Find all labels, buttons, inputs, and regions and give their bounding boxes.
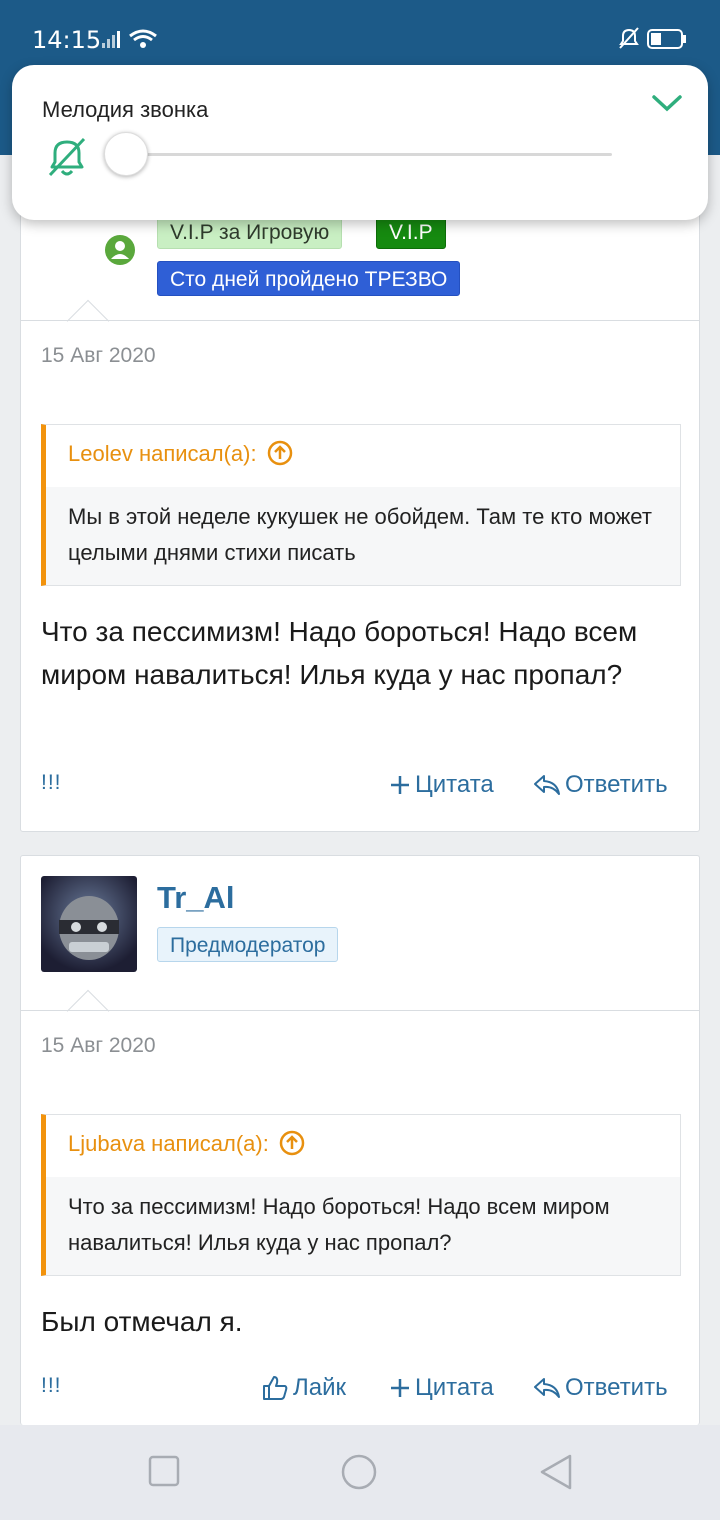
reply-icon <box>534 1378 560 1398</box>
post-actions: !!! Лайк Цитата Ответить <box>21 1374 699 1414</box>
recent-apps-button[interactable] <box>148 1455 180 1492</box>
online-status-icon <box>101 231 139 269</box>
quote-button[interactable]: Цитата <box>389 771 494 799</box>
divider-notch <box>66 989 110 1033</box>
divider-notch <box>66 299 110 343</box>
reply-label: Ответить <box>565 1374 668 1401</box>
ringer-slider-thumb[interactable] <box>104 132 148 176</box>
quote-author[interactable]: Ljubava написал(а): <box>68 1131 269 1157</box>
quote-header[interactable]: Leolev написал(а): <box>46 425 680 487</box>
reply-button[interactable]: Ответить <box>533 771 668 799</box>
post-card: Tr_Al Предмодератор 15 Авг 2020 Ljubava … <box>20 855 700 1425</box>
like-label: Лайк <box>293 1374 347 1401</box>
quote-label: Цитата <box>415 771 494 798</box>
quote-block: Ljubava написал(а): Что за пессимизм! На… <box>41 1114 681 1276</box>
quote-block: Leolev написал(а): Мы в этой неделе куку… <box>41 424 681 586</box>
reply-icon <box>534 775 560 795</box>
plus-icon <box>391 1379 409 1397</box>
badge-sober: Сто дней пройдено ТРЕЗВО <box>157 261 461 296</box>
mute-battery-icons <box>618 26 690 57</box>
back-button[interactable] <box>538 1453 574 1496</box>
divider <box>21 320 699 321</box>
quote-text: Мы в этой неделе кукушек не обойдем. Там… <box>46 487 680 585</box>
report-link[interactable]: !!! <box>41 771 62 795</box>
quote-button[interactable]: Цитата <box>389 1374 494 1402</box>
post-card: V.I.P за Игровую V.I.P Сто дней пройдено… <box>20 119 700 832</box>
ringer-slider-track[interactable] <box>130 153 612 156</box>
like-button[interactable]: Лайк <box>261 1374 346 1402</box>
signal-wifi-icons <box>100 26 160 57</box>
bell-off-icon[interactable] <box>46 135 88 184</box>
post-date[interactable]: 15 Авг 2020 <box>41 1034 156 1058</box>
post-date[interactable]: 15 Авг 2020 <box>41 344 156 368</box>
quote-header[interactable]: Ljubava написал(а): <box>46 1115 680 1177</box>
arrow-up-circle-icon[interactable] <box>279 1130 305 1156</box>
quote-text: Что за пессимизм! Надо бороться! Надо вс… <box>46 1177 680 1275</box>
status-time: 14:15 <box>32 26 102 54</box>
ringer-volume-panel: Мелодия звонка <box>12 65 708 220</box>
plus-icon <box>391 776 409 794</box>
report-link[interactable]: !!! <box>41 1374 62 1398</box>
avatar[interactable] <box>41 876 137 972</box>
divider <box>21 1010 699 1011</box>
chevron-down-icon[interactable] <box>652 93 682 118</box>
arrow-up-circle-icon[interactable] <box>267 440 293 466</box>
username[interactable]: Tr_Al <box>157 880 235 916</box>
navigation-bar <box>0 1425 720 1520</box>
thumbs-up-icon <box>263 1376 288 1400</box>
reply-label: Ответить <box>565 771 668 798</box>
home-button[interactable] <box>340 1453 378 1496</box>
post-message: Был отмечал я. <box>41 1306 243 1337</box>
post-message: Что за пессимизм! Надо бороться! Надо вс… <box>41 616 638 690</box>
badge-premoderator: Предмодератор <box>157 927 339 962</box>
ringer-title: Мелодия звонка <box>42 97 209 122</box>
post-actions: !!! Цитата Ответить <box>21 771 699 811</box>
quote-label: Цитата <box>415 1374 494 1401</box>
reply-button[interactable]: Ответить <box>533 1374 668 1402</box>
quote-author[interactable]: Leolev написал(а): <box>68 441 257 467</box>
